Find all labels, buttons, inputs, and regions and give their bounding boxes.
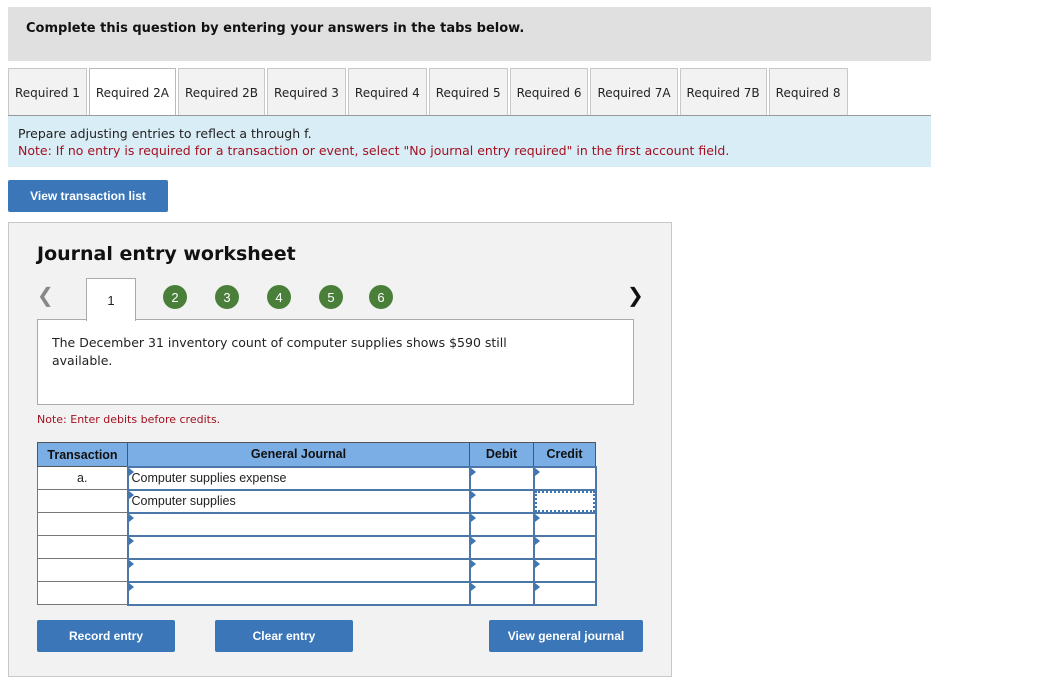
tab-required-7a[interactable]: Required 7A (590, 68, 678, 116)
chevron-left-icon[interactable]: ❮ (37, 283, 54, 307)
transaction-cell (37, 558, 128, 582)
transaction-cell (37, 489, 128, 513)
worksheet-title: Journal entry worksheet (37, 243, 296, 265)
tab-required-7b[interactable]: Required 7B (679, 68, 767, 116)
input-marker-icon (470, 536, 476, 545)
header-text: Complete this question by entering your … (26, 21, 525, 36)
credit-field[interactable] (532, 465, 597, 491)
transaction-cell (37, 512, 128, 536)
dropdown-marker-icon (128, 559, 134, 568)
tab-bar: Required 1 Required 2A Required 2B Requi… (8, 68, 850, 116)
tab-required-2a[interactable]: Required 2A (88, 68, 176, 116)
table-row: Computer supplies (37, 488, 597, 514)
input-marker-icon (470, 513, 476, 522)
table-row: a. Computer supplies expense (37, 465, 597, 491)
dropdown-marker-icon (128, 582, 134, 591)
table-row (37, 557, 597, 583)
input-marker-icon (470, 559, 476, 568)
view-general-journal-button[interactable]: View general journal (489, 620, 643, 652)
view-transaction-list-button[interactable]: View transaction list (8, 180, 168, 212)
input-marker-icon (534, 582, 540, 591)
transaction-cell: a. (37, 466, 128, 490)
col-credit: Credit (533, 442, 596, 467)
table-row (37, 534, 597, 560)
input-marker-icon (470, 467, 476, 476)
tab-required-5[interactable]: Required 5 (428, 68, 508, 116)
table-row (37, 511, 597, 537)
question-header: Complete this question by entering your … (8, 7, 931, 61)
dropdown-marker-icon (128, 513, 134, 522)
input-marker-icon (534, 559, 540, 568)
instructions-note: Note: If no entry is required for a tran… (18, 143, 730, 158)
account-value: Computer supplies expense (131, 470, 287, 485)
chevron-right-icon[interactable]: ❯ (627, 283, 644, 307)
journal-table: Transaction General Journal Debit Credit… (37, 442, 597, 606)
col-debit: Debit (469, 442, 534, 467)
credit-field[interactable] (532, 488, 597, 514)
debit-field[interactable] (468, 465, 535, 491)
tab-required-8[interactable]: Required 8 (768, 68, 848, 116)
table-row (37, 580, 597, 606)
account-field[interactable] (126, 511, 471, 537)
credit-field[interactable] (532, 580, 597, 606)
account-field[interactable]: Computer supplies (126, 488, 471, 514)
col-general-journal: General Journal (127, 442, 470, 467)
transaction-description: The December 31 inventory count of compu… (52, 335, 507, 368)
account-field[interactable] (126, 580, 471, 606)
transaction-cell (37, 581, 128, 605)
input-marker-icon (534, 513, 540, 522)
input-marker-icon (470, 490, 476, 499)
instructions-text: Prepare adjusting entries to reflect a t… (18, 126, 312, 141)
debit-field[interactable] (468, 557, 535, 583)
dropdown-marker-icon (128, 536, 134, 545)
input-marker-icon (534, 467, 540, 476)
debit-field[interactable] (468, 580, 535, 606)
debit-field[interactable] (468, 534, 535, 560)
account-value: Computer supplies (131, 493, 236, 508)
debits-note: Note: Enter debits before credits. (37, 413, 221, 426)
journal-entry-worksheet: Journal entry worksheet ❮ 1 2 3 4 5 6 ❯ … (8, 222, 672, 677)
transaction-description-box: The December 31 inventory count of compu… (37, 319, 634, 405)
tab-required-6[interactable]: Required 6 (509, 68, 589, 116)
credit-field[interactable] (532, 557, 597, 583)
clear-entry-button[interactable]: Clear entry (215, 620, 353, 652)
account-field[interactable] (126, 534, 471, 560)
input-marker-icon (470, 582, 476, 591)
step-5-button[interactable]: 5 (319, 285, 343, 309)
record-entry-button[interactable]: Record entry (37, 620, 175, 652)
tab-required-1[interactable]: Required 1 (8, 68, 87, 116)
debit-field[interactable] (468, 488, 535, 514)
account-field[interactable]: Computer supplies expense (126, 465, 471, 491)
step-1-tab[interactable]: 1 (86, 278, 136, 321)
tab-required-2b[interactable]: Required 2B (177, 68, 266, 116)
step-2-button[interactable]: 2 (163, 285, 187, 309)
input-marker-icon (534, 536, 540, 545)
credit-field[interactable] (532, 534, 597, 560)
step-3-button[interactable]: 3 (215, 285, 239, 309)
step-4-button[interactable]: 4 (267, 285, 291, 309)
account-field[interactable] (126, 557, 471, 583)
col-transaction: Transaction (37, 442, 128, 467)
tab-required-4[interactable]: Required 4 (347, 68, 427, 116)
debit-field[interactable] (468, 511, 535, 537)
tab-required-3[interactable]: Required 3 (267, 68, 346, 116)
transaction-cell (37, 535, 128, 559)
step-6-button[interactable]: 6 (369, 285, 393, 309)
credit-field[interactable] (532, 511, 597, 537)
instructions-box: Prepare adjusting entries to reflect a t… (8, 116, 931, 167)
